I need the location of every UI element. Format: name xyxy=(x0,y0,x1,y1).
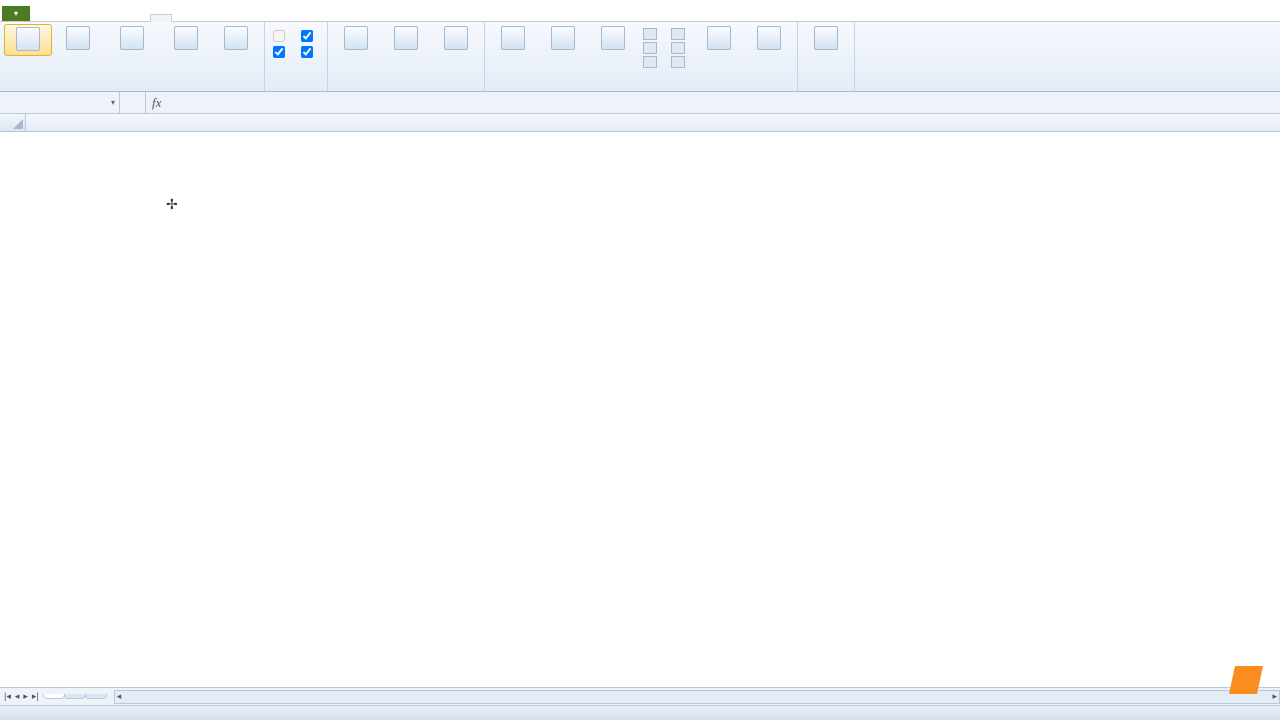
headings-checkbox[interactable] xyxy=(301,46,317,58)
status-bar xyxy=(0,705,1280,720)
group-workbook-views xyxy=(0,22,265,91)
zoom-100-icon xyxy=(394,26,418,50)
unhide-button xyxy=(643,56,661,68)
file-tab[interactable] xyxy=(2,6,30,21)
tab-data[interactable] xyxy=(110,15,130,21)
group-label xyxy=(489,89,793,91)
horizontal-scrollbar[interactable] xyxy=(114,690,1280,704)
unhide-icon xyxy=(643,56,657,68)
column-headers xyxy=(0,114,1280,132)
sheet-tabs: |◂◂▸▸| xyxy=(0,687,1280,705)
side-by-side-icon xyxy=(671,28,685,40)
zoom-icon xyxy=(344,26,368,50)
fx-icon[interactable]: fx xyxy=(146,95,167,111)
arrange-all-button[interactable] xyxy=(539,24,587,54)
reset-position-icon xyxy=(671,56,685,68)
group-label xyxy=(802,89,850,91)
arrange-all-icon xyxy=(551,26,575,50)
tab-review[interactable] xyxy=(130,15,150,21)
watermark-logo xyxy=(1226,666,1260,694)
page-layout-button[interactable] xyxy=(54,24,102,54)
normal-view-icon xyxy=(16,27,40,51)
full-screen-button[interactable] xyxy=(212,24,260,54)
freeze-panes-button[interactable] xyxy=(589,24,637,54)
full-screen-icon xyxy=(224,26,248,50)
reset-position-button xyxy=(671,56,689,68)
group-label xyxy=(4,89,260,91)
select-all-corner[interactable] xyxy=(0,114,26,131)
custom-views-button[interactable] xyxy=(162,24,210,54)
tab-insert[interactable] xyxy=(50,15,70,21)
formula-bar: fx xyxy=(0,92,1280,114)
cancel-icon xyxy=(120,92,146,113)
new-window-button[interactable] xyxy=(489,24,537,54)
new-window-icon xyxy=(501,26,525,50)
ribbon xyxy=(0,22,1280,92)
formula-bar-checkbox[interactable] xyxy=(301,30,317,42)
tab-page-layout[interactable] xyxy=(70,15,90,21)
custom-views-icon xyxy=(174,26,198,50)
tab-view[interactable] xyxy=(150,14,172,22)
sheet-nav[interactable]: |◂◂▸▸| xyxy=(0,691,43,702)
split-icon xyxy=(643,28,657,40)
tab-home[interactable] xyxy=(30,15,50,21)
page-break-button[interactable] xyxy=(104,24,160,54)
freeze-panes-icon xyxy=(601,26,625,50)
spreadsheet-grid xyxy=(0,114,1280,132)
group-label xyxy=(332,89,480,91)
hide-icon xyxy=(643,42,657,54)
save-workspace-icon xyxy=(707,26,731,50)
hide-button[interactable] xyxy=(643,42,661,54)
zoom-100-button[interactable] xyxy=(382,24,430,54)
save-workspace-button[interactable] xyxy=(695,24,743,54)
sync-scroll-icon xyxy=(671,42,685,54)
sheet-tab-user-creation[interactable] xyxy=(85,694,107,699)
switch-windows-icon xyxy=(757,26,781,50)
zoom-selection-icon xyxy=(444,26,468,50)
group-label xyxy=(269,89,323,91)
tab-formulas[interactable] xyxy=(90,15,110,21)
sheet-tab-last-login[interactable] xyxy=(64,694,86,699)
split-button[interactable] xyxy=(643,28,661,40)
macros-icon xyxy=(814,26,838,50)
sync-scroll-button xyxy=(671,42,689,54)
sheet-tab-users[interactable] xyxy=(43,694,65,699)
switch-windows-button[interactable] xyxy=(745,24,793,54)
group-macros xyxy=(798,22,855,91)
group-show xyxy=(265,22,328,91)
ribbon-tabs xyxy=(0,0,1280,22)
name-box[interactable] xyxy=(0,92,120,113)
cursor-icon: ✢ xyxy=(166,196,178,213)
ruler-checkbox[interactable] xyxy=(273,30,289,42)
group-zoom xyxy=(328,22,485,91)
page-break-icon xyxy=(120,26,144,50)
zoom-button[interactable] xyxy=(332,24,380,54)
macros-button[interactable] xyxy=(802,24,850,54)
page-layout-icon xyxy=(66,26,90,50)
flag-icon xyxy=(1229,666,1263,694)
normal-view-button[interactable] xyxy=(4,24,52,56)
side-by-side-button xyxy=(671,28,689,40)
group-window xyxy=(485,22,798,91)
gridlines-checkbox[interactable] xyxy=(273,46,289,58)
zoom-selection-button[interactable] xyxy=(432,24,480,54)
